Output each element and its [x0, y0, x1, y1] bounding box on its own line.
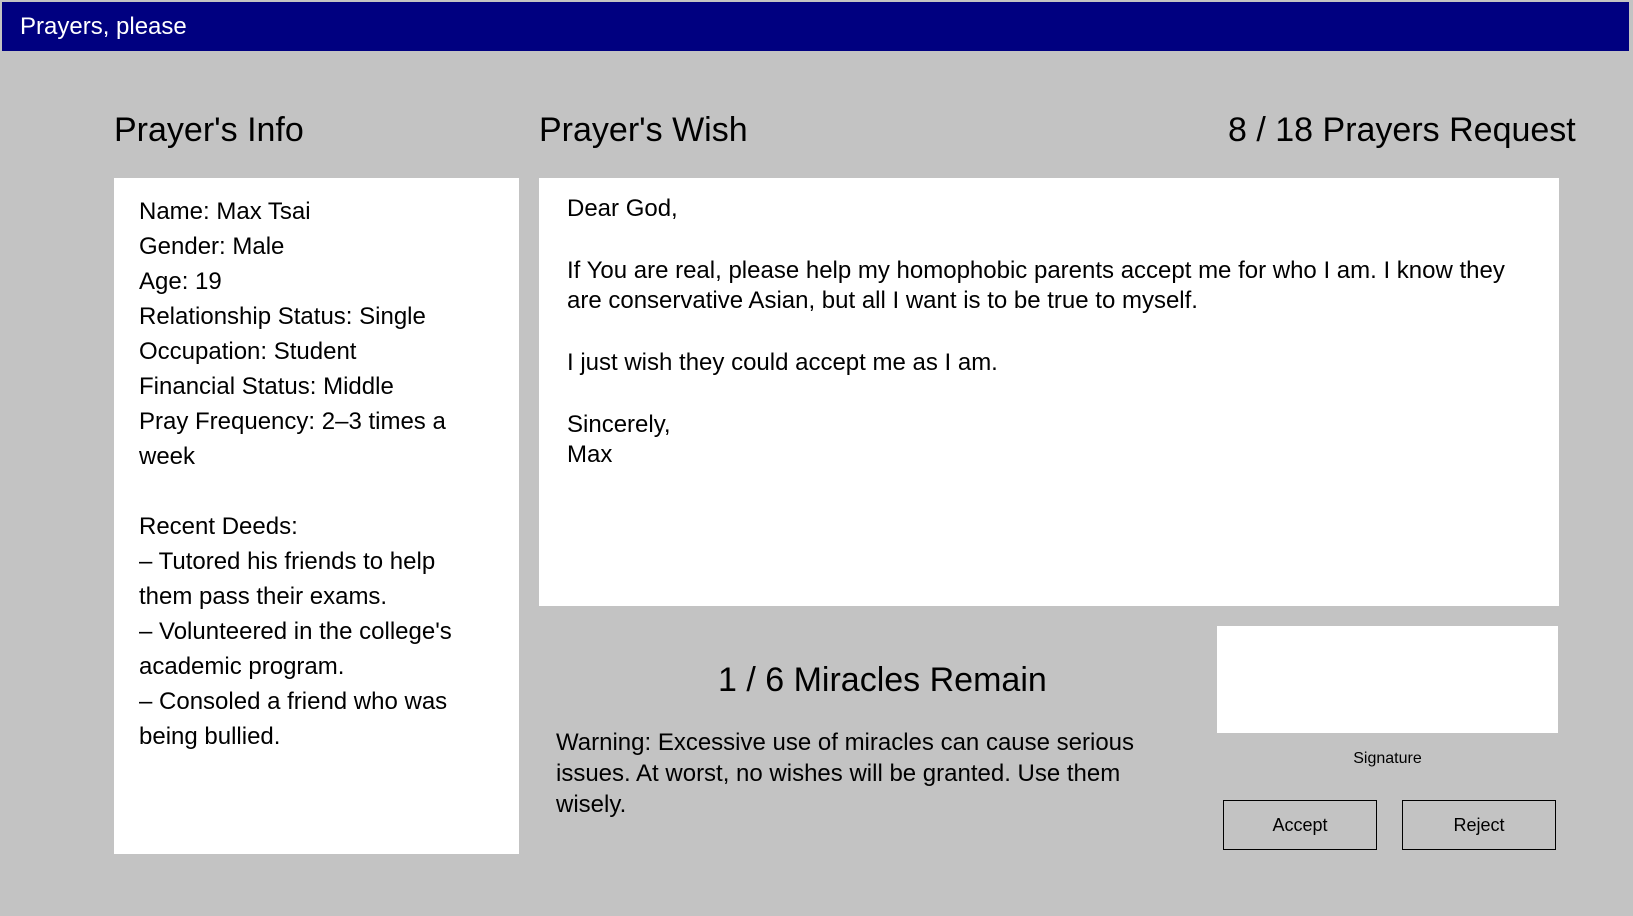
info-occupation: Occupation: Student — [139, 338, 357, 365]
window-title: Prayers, please — [20, 13, 187, 40]
wish-signoff: Max — [567, 441, 613, 468]
prayer-wish-heading: Prayer's Wish — [539, 111, 748, 149]
deed-item: – Tutored his friends to help them pass … — [139, 548, 436, 610]
prayer-wish-panel: Dear God, If You are real, please help m… — [539, 178, 1559, 606]
info-financial: Financial Status: Middle — [139, 373, 394, 400]
miracles-remain-counter: 1 / 6 Miracles Remain — [718, 661, 1047, 699]
deed-item: – Volunteered in the college's academic … — [139, 618, 452, 680]
signature-field[interactable] — [1217, 626, 1558, 733]
recent-deeds-label: Recent Deeds: — [139, 513, 298, 540]
deed-item: – Consoled a friend who was being bullie… — [139, 688, 448, 750]
signature-label: Signature — [1353, 750, 1422, 767]
wish-body: I just wish they could accept me as I am… — [567, 349, 998, 376]
info-age: Age: 19 — [139, 268, 222, 295]
wish-greeting: Dear God, — [567, 195, 678, 222]
wish-closing: Sincerely, — [567, 411, 671, 438]
info-name: Name: Max Tsai — [139, 198, 311, 225]
wish-body: If You are real, please help my homophob… — [567, 257, 1505, 314]
accept-button[interactable]: Accept — [1223, 800, 1377, 850]
info-gender: Gender: Male — [139, 233, 285, 260]
window-titlebar: Prayers, please — [2, 2, 1629, 51]
prayer-info-heading: Prayer's Info — [114, 111, 304, 149]
info-relationship: Relationship Status: Single — [139, 303, 426, 330]
prayers-request-counter: 8 / 18 Prayers Request — [1228, 111, 1576, 149]
miracles-warning: Warning: Excessive use of miracles can c… — [556, 729, 1135, 818]
prayer-info-panel: Name: Max Tsai Gender: Male Age: 19 Rela… — [114, 178, 519, 854]
reject-button[interactable]: Reject — [1402, 800, 1556, 850]
info-pray-frequency: Pray Frequency: 2–3 times a week — [139, 408, 446, 470]
